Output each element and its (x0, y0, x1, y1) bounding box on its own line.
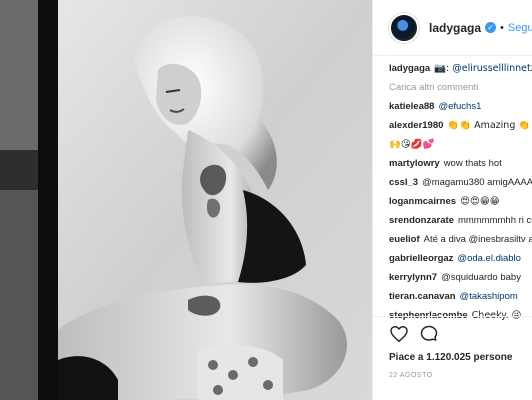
comment-text: Até a diva @inesbrasiltv alô alô graças … (423, 234, 532, 245)
list-item: eueliofAté a diva @inesbrasiltv alô alô … (389, 233, 532, 246)
comment-list: ladygaga 📷: @elirusselllinnetz Carica alt… (373, 56, 532, 322)
list-item: gabrielleorgaz @oda.el.diablo (389, 252, 532, 265)
heart-icon (390, 326, 408, 342)
comment-text: 🙌😘💋💕 (389, 139, 435, 150)
comment-username[interactable]: srendonzarate (389, 215, 454, 226)
post-photo[interactable] (38, 0, 372, 400)
comment-button[interactable] (419, 324, 439, 344)
verified-badge-icon: ✓ (485, 22, 497, 33)
like-button[interactable] (389, 324, 409, 344)
comment-text[interactable]: @takashipom (460, 291, 518, 302)
list-item: alexder1980 👏👏 Amazing 👏 (389, 119, 532, 132)
action-bar (389, 324, 439, 344)
list-item: cssl_3 @magamu380 amigAAAA (389, 176, 532, 189)
list-item: katielea88 @efuchs1 (389, 100, 532, 113)
post-header: ladygaga ✓ • Segui (373, 0, 532, 56)
likes-count[interactable]: Piace a 1.120.025 persone (389, 352, 512, 363)
comment-text[interactable]: @oda.el.diablo (457, 253, 521, 264)
comment-text: 😍😍😁😁 (460, 196, 500, 207)
list-item: loganmcairnes 😍😍😁😁 (389, 195, 532, 208)
comment-text: @squiduardo baby (441, 272, 521, 283)
background-thumbnail-top (0, 0, 38, 150)
caption-text[interactable]: 📷: @elirusselllinnetz (434, 63, 532, 74)
comment-text[interactable]: @efuchs1 (438, 101, 481, 112)
follow-button[interactable]: Segui (508, 22, 532, 34)
load-more-comments-button[interactable]: Carica altri commenti (389, 81, 532, 94)
list-item: 🙌😘💋💕 (389, 138, 532, 151)
comment-username[interactable]: cssl_3 (389, 177, 418, 188)
caption: ladygaga 📷: @elirusselllinnetz (389, 62, 532, 75)
comment-username[interactable]: kerrylynn7 (389, 272, 437, 283)
comment-username[interactable]: tieran.canavan (389, 291, 456, 302)
avatar[interactable] (389, 12, 419, 43)
list-item: martylowry wow thats hot (389, 157, 532, 170)
comment-username[interactable]: alexder1980 (389, 120, 443, 131)
comment-username[interactable]: loganmcairnes (389, 196, 456, 207)
comment-text: @magamu380 amigAAAA (422, 177, 532, 188)
comment-username[interactable]: martylowry (389, 158, 440, 169)
list-item: tieran.canavan @takashipom (389, 290, 532, 303)
post-photo-image (38, 0, 372, 400)
post-date[interactable]: 22 AGOSTO (389, 372, 433, 379)
comment-icon (420, 325, 438, 341)
comment-username[interactable]: katielea88 (389, 101, 434, 112)
comment-username[interactable]: gabrielleorgaz (389, 253, 453, 264)
separator-dot: • (500, 21, 504, 34)
dimmed-background[interactable] (0, 0, 38, 400)
list-item: kerrylynn7 @squiduardo baby (389, 271, 532, 284)
background-thumbnail-bottom (0, 190, 38, 400)
comment-text: wow thats hot (443, 158, 502, 169)
comment-username[interactable]: eueliof (389, 234, 420, 245)
list-item: srendonzaratemmmmmmhh ri culito (389, 214, 532, 227)
caption-username[interactable]: ladygaga (389, 63, 430, 74)
comments-panel: ladygaga ✓ • Segui ladygaga 📷: @elirussel… (372, 0, 532, 400)
background-thumbnail-middle (0, 150, 38, 190)
post-username[interactable]: ladygaga (429, 21, 481, 35)
comment-text: 👏👏 Amazing 👏 (447, 120, 531, 131)
divider (373, 316, 532, 317)
comment-text: mmmmmmhh ri culito (457, 215, 532, 226)
